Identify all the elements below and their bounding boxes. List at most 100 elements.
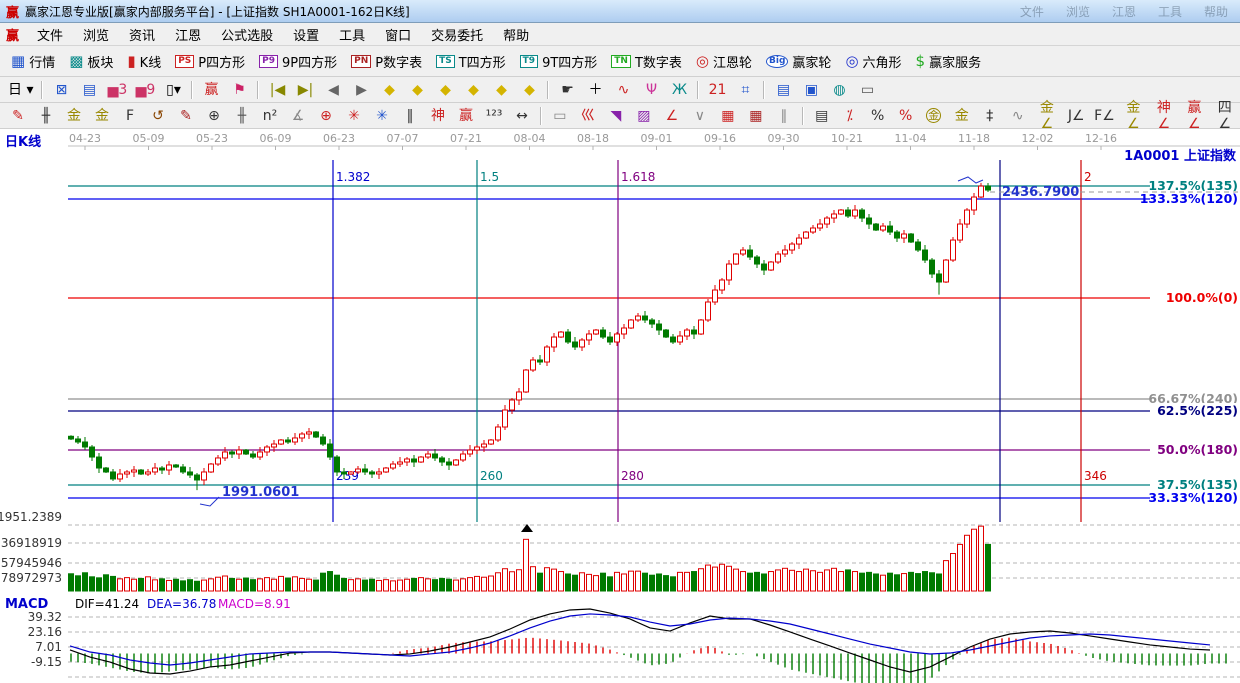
svg-text:236918919: 236918919: [0, 536, 62, 550]
tool-icon-angle-mirror[interactable]: ∡: [285, 105, 311, 127]
tool-icon-expand-vertical[interactable]: ◆: [516, 79, 542, 101]
tool-icon-trend-pen[interactable]: ‡: [977, 105, 1003, 127]
win-pattern-icon: 赢: [204, 81, 219, 98]
tool-icon-h-extend[interactable]: ↔: [509, 105, 535, 127]
tool-icon-support-resistance[interactable]: ∿: [1005, 105, 1031, 127]
tool-icon-last-bar[interactable]: ▶|: [292, 79, 318, 101]
menu-item-9[interactable]: 帮助: [493, 23, 539, 46]
tool-icon-time-grid[interactable]: ╫: [229, 105, 255, 127]
menu-item-4[interactable]: 公式选股: [211, 23, 283, 46]
toolbar-button-p-square[interactable]: PS P四方形: [169, 50, 251, 73]
toolbar-button-t-number-table[interactable]: TN T数字表: [605, 50, 688, 73]
tool-icon-grid-tool[interactable]: ╫: [33, 105, 59, 127]
menu-item-7[interactable]: 窗口: [375, 23, 421, 46]
tool-icon-web-grid-2[interactable]: ✳: [369, 105, 395, 127]
tool-icon-target-circle[interactable]: ⊕: [313, 105, 339, 127]
tool-icon-save[interactable]: ▣: [798, 79, 824, 101]
svg-text:33.33%(120): 33.33%(120): [1148, 490, 1238, 505]
tool-icon-zoom-in-left[interactable]: ◆: [404, 79, 430, 101]
title-bar[interactable]: 赢 赢家江恩专业版[赢家内部服务平台] - [上证指数 SH1A0001-162…: [0, 0, 1240, 23]
tool-icon-gann-shape[interactable]: Ψ: [638, 79, 664, 101]
tool-icon-candle-style[interactable]: ▯▾: [160, 79, 186, 101]
toolbar-button-t-square[interactable]: TS T四方形: [430, 50, 512, 73]
tool-icon-prev-bar[interactable]: ◀: [320, 79, 346, 101]
tool-icon-gold-grid-2[interactable]: 金: [89, 105, 115, 127]
tool-icon-gold-grid-1[interactable]: 金: [61, 105, 87, 127]
toolbar-button-kline[interactable]: ▮ K线: [121, 50, 167, 73]
tool-icon-zone-tool[interactable]: ⊠: [48, 79, 74, 101]
tool-icon-info-panel[interactable]: ▤: [76, 79, 102, 101]
tool-icon-box-select[interactable]: ▭: [547, 105, 573, 127]
tool-icon-first-bar[interactable]: |◀: [264, 79, 290, 101]
tool-icon-color-flag[interactable]: ⚑: [226, 79, 252, 101]
tool-icon-v-check[interactable]: ∨: [687, 105, 713, 127]
menu-item-3[interactable]: 江恩: [165, 23, 211, 46]
tool-icon-compress-horizontal[interactable]: ◆: [460, 79, 486, 101]
tool-icon-bars-9[interactable]: ▅9: [132, 79, 158, 101]
toolbar-button-9p-square[interactable]: P9 9P四方形: [253, 50, 343, 73]
tool-icon-compress-vertical[interactable]: ◆: [488, 79, 514, 101]
svg-text:MACD=8.91: MACD=8.91: [218, 597, 291, 611]
tool-icon-print[interactable]: ▭: [854, 79, 880, 101]
tool-icon-drag-hand[interactable]: ☛: [554, 79, 580, 101]
tool-icon-j-angle[interactable]: J∠: [1063, 105, 1089, 127]
tool-icon-parallel-lines[interactable]: ∥: [771, 105, 797, 127]
report-icon: ▤: [776, 81, 791, 98]
tool-icon-ying-line[interactable]: 赢: [453, 105, 479, 127]
tool-icon-box-fan[interactable]: ▨: [631, 105, 657, 127]
quotes-icon: ▦: [11, 51, 26, 70]
tool-icon-browser[interactable]: ◍: [826, 79, 852, 101]
toolbar-button-sectors[interactable]: ▩ 板块: [63, 50, 119, 73]
tool-icon-calendar[interactable]: 21: [704, 79, 730, 101]
tool-icon-next-bar[interactable]: ▶: [348, 79, 374, 101]
tool-icon-scale-list[interactable]: ▤: [809, 105, 835, 127]
tool-icon-expand-horizontal[interactable]: ◆: [432, 79, 458, 101]
tool-icon-draw-pen[interactable]: ✎: [5, 105, 31, 127]
tool-icon-red-grid[interactable]: ▦: [715, 105, 741, 127]
menu-item-1[interactable]: 浏览: [73, 23, 119, 46]
menu-item-2[interactable]: 资讯: [119, 23, 165, 46]
tool-icon-ruler-123[interactable]: ¹²³: [481, 105, 507, 127]
tool-icon-fibonacci-tool[interactable]: F: [117, 105, 143, 127]
tool-icon-circle-grid[interactable]: ⊕: [201, 105, 227, 127]
menu-item-0[interactable]: 文件: [27, 23, 73, 46]
tool-icon-angle-fan[interactable]: ∠: [659, 105, 685, 127]
tool-icon-crosshair[interactable]: ＋: [582, 79, 608, 101]
tool-icon-split-line[interactable]: ‖: [397, 105, 423, 127]
tool-icon-fan-box[interactable]: ◥: [603, 105, 629, 127]
tool-icon-period-day[interactable]: 日 ▾: [5, 79, 36, 101]
tool-icon-shen-line[interactable]: 神: [425, 105, 451, 127]
tool-icon-report[interactable]: ▤: [770, 79, 796, 101]
menu-item-6[interactable]: 工具: [329, 23, 375, 46]
toolbar-button-winner-service[interactable]: $ 赢家服务: [910, 50, 988, 73]
toolbar-button-p-number-table[interactable]: PN P数字表: [345, 50, 428, 73]
tool-icon-percent-slash[interactable]: ⁒: [837, 105, 863, 127]
tool-icon-grid-arrow[interactable]: ▦: [743, 105, 769, 127]
tool-icon-percent-tool[interactable]: %: [865, 105, 891, 127]
tool-icon-percent-line[interactable]: %: [893, 105, 919, 127]
tool-icon-angle-measure[interactable]: ∿: [610, 79, 636, 101]
tool-icon-web-grid-1[interactable]: ✳: [341, 105, 367, 127]
menu-item-5[interactable]: 设置: [283, 23, 329, 46]
tool-icon-win-pattern[interactable]: 赢: [198, 79, 224, 101]
menu-item-8[interactable]: 交易委托: [421, 23, 493, 46]
tool-icon-n-square[interactable]: n²: [257, 105, 283, 127]
tool-icon-pen-2[interactable]: ✎: [173, 105, 199, 127]
tool-icon-zoom-out-left[interactable]: ◆: [376, 79, 402, 101]
gold-angle-2-icon: 金∠: [1126, 99, 1141, 132]
tool-icon-gold-circle[interactable]: 金: [921, 104, 947, 127]
toolbar-separator: [41, 80, 44, 99]
tool-icon-calculator[interactable]: ⌗: [732, 79, 758, 101]
toolbar-button-quotes[interactable]: ▦ 行情: [5, 50, 61, 73]
tool-icon-bars-3[interactable]: ▅3: [104, 79, 130, 101]
tool-icon-gold-line[interactable]: 金: [949, 105, 975, 127]
toolbar-button-9t-square[interactable]: T9 9T四方形: [514, 50, 604, 73]
tool-icon-spiral-tool[interactable]: ↺: [145, 105, 171, 127]
price-chart-canvas[interactable]: 04-23 05-09 05-23 06-09 06-23 07-07 07-21 08-04…: [0, 129, 1240, 683]
tool-icon-wave-tool[interactable]: Ж: [666, 79, 692, 101]
toolbar-button-hexagon[interactable]: ◎ 六角形: [839, 50, 907, 73]
toolbar-button-gann-wheel[interactable]: ◎ 江恩轮: [690, 50, 758, 73]
tool-icon-f-angle[interactable]: F∠: [1091, 105, 1117, 127]
toolbar-button-winner-wheel[interactable]: Big 赢家轮: [760, 50, 837, 73]
tool-icon-fan-lines[interactable]: 巛: [575, 105, 601, 127]
